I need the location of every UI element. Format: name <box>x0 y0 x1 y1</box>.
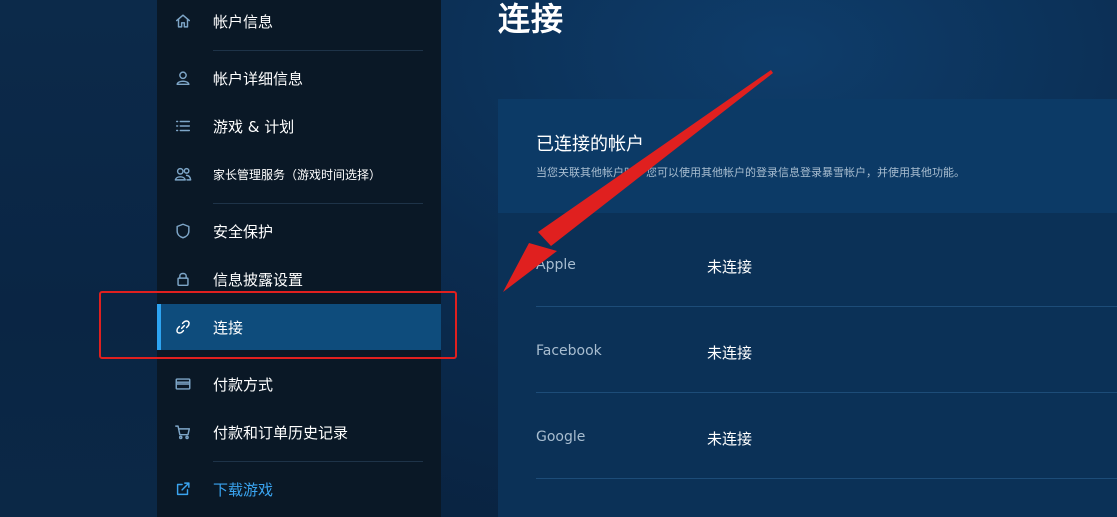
sidebar-item-account-info[interactable]: 帐户信息 <box>157 0 441 44</box>
sidebar-item-label: 下载游戏 <box>213 480 274 499</box>
panel-header: 已连接的帐户 当您关联其他帐户时，您可以使用其他帐户的登录信息登录暴雪帐户，并使… <box>498 99 1117 213</box>
home-icon <box>173 11 193 31</box>
sidebar-item-label: 帐户详细信息 <box>213 69 304 88</box>
connection-row-facebook[interactable]: Facebook 未连接 <box>536 307 1117 393</box>
connection-name: Apple <box>536 257 576 273</box>
panel-title: 已连接的帐户 <box>536 134 644 155</box>
left-background <box>0 0 157 517</box>
external-link-icon <box>173 479 193 499</box>
connection-row-apple[interactable]: Apple 未连接 <box>536 221 1117 307</box>
connection-status: 未连接 <box>707 430 753 448</box>
user-icon <box>173 68 193 88</box>
annotation-highlight-box <box>99 291 457 359</box>
connection-name: Facebook <box>536 343 602 359</box>
sidebar-item-parental-controls[interactable]: 家长管理服务（游戏时间选择） <box>157 151 441 197</box>
connection-status: 未连接 <box>707 344 753 362</box>
sidebar-item-account-details[interactable]: 帐户详细信息 <box>157 55 441 101</box>
connection-row-google[interactable]: Google 未连接 <box>536 393 1117 479</box>
sidebar-item-label: 付款方式 <box>213 375 274 394</box>
sidebar-item-download-games[interactable]: 下载游戏 <box>157 466 441 512</box>
panel-description: 当您关联其他帐户时，您可以使用其他帐户的登录信息登录暴雪帐户，并使用其他功能。 <box>536 166 965 179</box>
sidebar-item-order-history[interactable]: 付款和订单历史记录 <box>157 409 441 455</box>
sidebar-item-label: 安全保护 <box>213 222 274 241</box>
sidebar-item-label: 家长管理服务（游戏时间选择） <box>213 167 382 182</box>
users-icon <box>173 164 193 184</box>
sidebar-item-payment-methods[interactable]: 付款方式 <box>157 361 441 407</box>
sidebar-divider <box>213 50 423 51</box>
sidebar-item-security[interactable]: 安全保护 <box>157 208 441 254</box>
sidebar-divider <box>213 461 423 462</box>
cart-icon <box>173 422 193 442</box>
sidebar-item-games-plans[interactable]: 游戏 & 计划 <box>157 103 441 149</box>
sidebar-item-label: 帐户信息 <box>213 12 274 31</box>
connected-accounts-panel: 已连接的帐户 当您关联其他帐户时，您可以使用其他帐户的登录信息登录暴雪帐户，并使… <box>498 99 1117 517</box>
shield-icon <box>173 221 193 241</box>
sidebar-divider <box>213 203 423 204</box>
sidebar-item-label: 游戏 & 计划 <box>213 117 295 136</box>
list-icon <box>173 116 193 136</box>
credit-card-icon <box>173 374 193 394</box>
sidebar-item-label: 付款和订单历史记录 <box>213 423 349 442</box>
sidebar: 帐户信息 帐户详细信息 游戏 & 计划 家长管理服务（游戏时间选择） 安全保护 … <box>157 0 441 517</box>
connection-name: Google <box>536 429 586 445</box>
lock-icon <box>173 269 193 289</box>
sidebar-item-label: 信息披露设置 <box>213 270 304 289</box>
connection-status: 未连接 <box>707 258 753 276</box>
page-title: 连接 <box>498 0 565 38</box>
